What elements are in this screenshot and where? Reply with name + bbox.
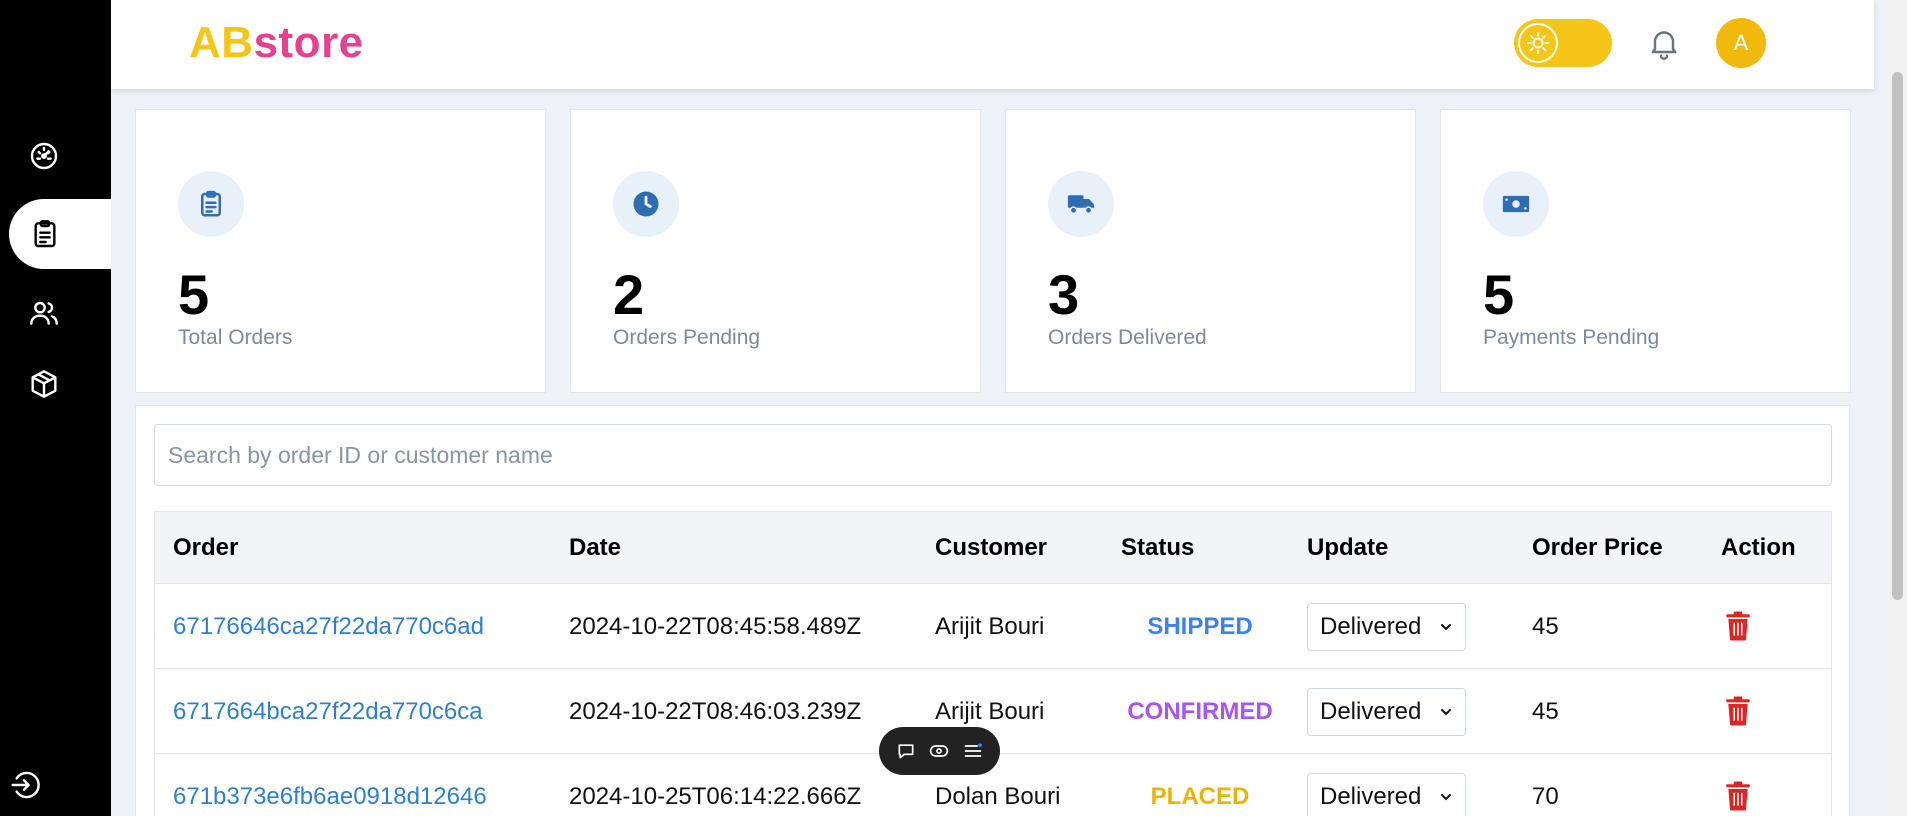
- status-update-select[interactable]: Delivered: [1307, 773, 1466, 816]
- delete-icon[interactable]: [1725, 781, 1751, 811]
- sun-icon: [1518, 23, 1558, 63]
- avatar[interactable]: A: [1716, 18, 1766, 68]
- top-header: ABstore A: [111, 0, 1874, 89]
- select-value: Delivered: [1320, 698, 1422, 725]
- stat-value: 5: [178, 263, 210, 326]
- column-header-status[interactable]: Status: [1121, 512, 1194, 584]
- clipboard-icon: [34, 220, 56, 248]
- status-update-select[interactable]: Delivered: [1307, 688, 1466, 736]
- sidebar-item-dashboard[interactable]: [0, 121, 111, 191]
- clock-icon: [633, 191, 659, 217]
- delete-icon[interactable]: [1725, 696, 1751, 726]
- stat-label: Total Orders: [178, 326, 293, 349]
- logo-part-store: store: [253, 18, 364, 67]
- money-icon: [1502, 195, 1530, 213]
- floating-toolbar: [879, 727, 1000, 775]
- stat-card-total-orders: 5 Total Orders: [135, 109, 546, 393]
- stat-icon-wrap: [1048, 171, 1114, 237]
- column-header-date[interactable]: Date: [569, 512, 621, 584]
- logout-icon: [11, 771, 40, 799]
- select-value: Delivered: [1320, 783, 1422, 810]
- stat-label: Orders Delivered: [1048, 326, 1207, 349]
- delete-icon[interactable]: [1725, 611, 1751, 641]
- clipboard-icon: [201, 190, 221, 217]
- order-date: 2024-10-22T08:45:58.489Z: [569, 613, 862, 640]
- status-badge: PLACED: [1150, 783, 1250, 810]
- sidebar-item-orders[interactable]: [9, 199, 111, 269]
- page-scrollbar[interactable]: [1888, 0, 1907, 816]
- chevron-down-icon: [1441, 794, 1451, 801]
- dashboard-icon: [30, 142, 58, 170]
- scrollbar-thumb[interactable]: [1892, 72, 1903, 600]
- stat-icon-wrap: [178, 171, 244, 237]
- stat-card-payments-pending: 5 Payments Pending: [1440, 109, 1851, 393]
- order-price: 70: [1532, 783, 1559, 810]
- order-id-link[interactable]: 671b373e6fb6ae0918d12646: [173, 754, 487, 816]
- sidebar: [0, 0, 111, 816]
- select-value: Delivered: [1320, 613, 1422, 640]
- column-header-action: Action: [1721, 534, 1796, 561]
- stat-card-orders-delivered: 3 Orders Delivered: [1005, 109, 1416, 393]
- bell-icon[interactable]: [1646, 25, 1682, 61]
- table-header: Order Date Customer Status Update Order …: [155, 512, 1831, 584]
- stat-label: Orders Pending: [613, 326, 761, 349]
- stat-value: 3: [1048, 263, 1080, 326]
- chevron-down-icon: [1441, 709, 1451, 716]
- stat-value: 5: [1483, 263, 1515, 326]
- order-date: 2024-10-22T08:46:03.239Z: [569, 698, 862, 725]
- order-id-link[interactable]: 67176646ca27f22da770c6ad: [173, 584, 484, 669]
- stat-icon-wrap: [613, 171, 679, 237]
- chat-icon[interactable]: [894, 739, 918, 763]
- column-header-update[interactable]: Update: [1307, 512, 1388, 584]
- sidebar-item-users[interactable]: [0, 278, 111, 348]
- customer-name: Arijit Bouri: [935, 613, 1045, 640]
- column-header-order[interactable]: Order: [173, 512, 238, 584]
- orders-table: Order Date Customer Status Update Order …: [154, 511, 1832, 816]
- box-icon: [31, 370, 57, 398]
- table-row: 67176646ca27f22da770c6ad 2024-10-22T08:4…: [155, 584, 1831, 669]
- search-input[interactable]: [154, 424, 1832, 486]
- eye-icon[interactable]: [927, 739, 951, 763]
- logo-part-ab: AB: [189, 18, 254, 67]
- truck-icon: [1067, 195, 1095, 215]
- theme-toggle[interactable]: [1514, 19, 1612, 67]
- order-id-link[interactable]: 6717664bca27f22da770c6ca: [173, 669, 483, 754]
- column-header-price[interactable]: Order Price: [1532, 512, 1663, 584]
- stat-label: Payments Pending: [1483, 326, 1660, 349]
- stat-value: 2: [613, 263, 645, 326]
- column-header-customer[interactable]: Customer: [935, 512, 1047, 584]
- status-badge: SHIPPED: [1147, 613, 1253, 640]
- chevron-down-icon: [1441, 624, 1451, 631]
- status-badge: CONFIRMED: [1127, 698, 1273, 725]
- app-logo[interactable]: ABstore: [189, 18, 364, 68]
- users-icon: [30, 301, 58, 325]
- order-price: 45: [1532, 698, 1559, 725]
- logout-button[interactable]: [0, 750, 111, 816]
- order-date: 2024-10-25T06:14:22.666Z: [569, 783, 862, 810]
- menu-icon[interactable]: [961, 739, 985, 763]
- stat-card-orders-pending: 2 Orders Pending: [570, 109, 981, 393]
- stat-icon-wrap: [1483, 171, 1549, 237]
- sidebar-item-products[interactable]: [0, 349, 111, 419]
- order-price: 45: [1532, 613, 1559, 640]
- status-update-select[interactable]: Delivered: [1307, 603, 1466, 651]
